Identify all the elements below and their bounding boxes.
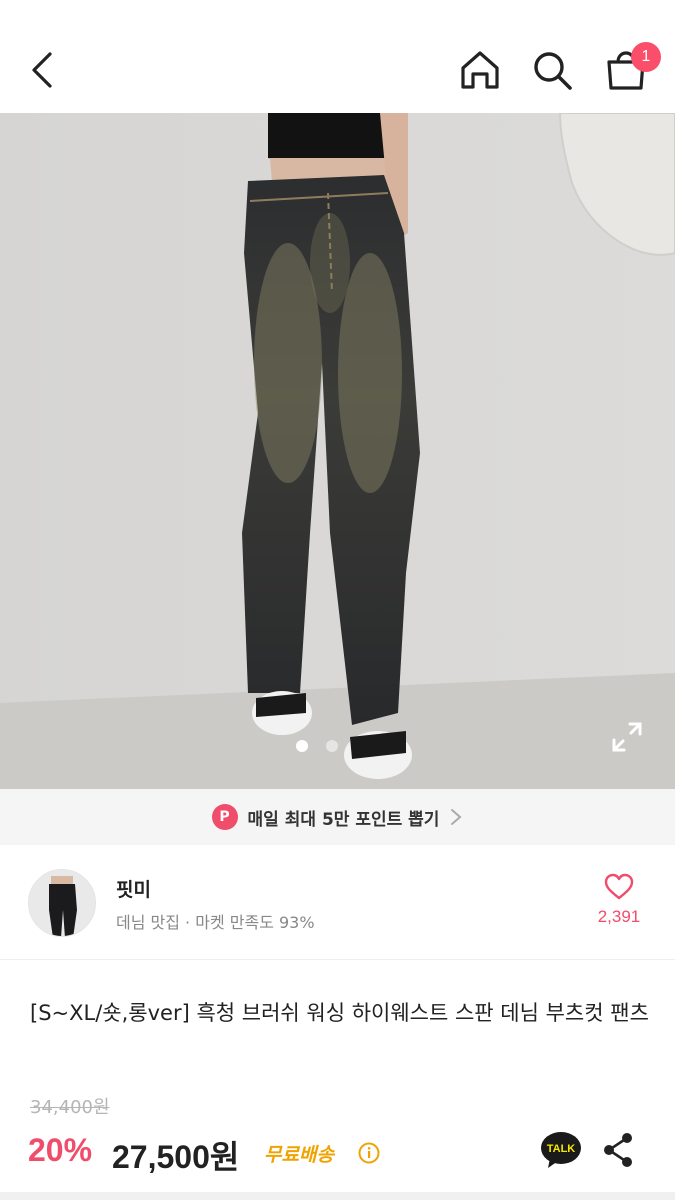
info-icon <box>358 1142 380 1164</box>
discount-rate: 20% <box>28 1132 93 1168</box>
expand-image-button[interactable] <box>608 718 646 756</box>
like-count: 2,391 <box>597 907 641 926</box>
shop-subtitle: 데님 맛집 · 마켓 만족도 93% <box>116 913 315 932</box>
shop-avatar[interactable] <box>28 869 96 937</box>
share-button[interactable] <box>602 1132 634 1168</box>
product-photo <box>0 113 675 789</box>
point-event-banner[interactable]: P 매일 최대 5만 포인트 뽑기 <box>0 789 675 845</box>
kakao-talk-button[interactable]: TALK <box>540 1130 582 1170</box>
talk-label: TALK <box>547 1143 576 1155</box>
heart-icon <box>604 873 634 900</box>
share-icon <box>604 1133 632 1167</box>
top-nav-bar: 1 <box>0 0 675 113</box>
shipping-info-button[interactable] <box>358 1142 380 1164</box>
cart-count-badge: 1 <box>631 42 661 72</box>
back-button[interactable] <box>22 48 66 92</box>
shop-name[interactable]: 핏미 <box>116 875 151 902</box>
expand-icon <box>612 722 642 752</box>
kakao-talk-icon: TALK <box>541 1132 581 1168</box>
carousel-indicator <box>296 740 338 752</box>
search-icon <box>534 52 572 90</box>
original-price: 34,400원 <box>30 1097 110 1118</box>
home-icon <box>461 51 499 89</box>
home-button[interactable] <box>456 46 504 94</box>
shop-info-row[interactable]: 핏미 데님 맛집 · 마켓 만족도 93% 2,391 <box>0 845 675 960</box>
point-badge: P <box>211 804 238 830</box>
sale-price: 27,500원 <box>112 1139 240 1175</box>
shop-avatar-image <box>29 870 95 936</box>
search-button[interactable] <box>528 46 576 94</box>
like-button[interactable] <box>604 873 634 901</box>
carousel-dot-active[interactable] <box>296 740 308 752</box>
chevron-left-icon <box>32 52 52 88</box>
product-title: [S~XL/숏,롱ver] 흑청 브러쉬 워싱 하이웨스트 스판 데님 부츠컷 … <box>30 1001 649 1025</box>
product-image-carousel[interactable] <box>0 113 675 789</box>
divider <box>0 1192 675 1200</box>
point-banner-text: 매일 최대 5만 포인트 뽑기 <box>247 809 440 830</box>
price-row: 20% 27,500원 무료배송 TALK <box>28 1130 648 1176</box>
chevron-right-icon <box>451 809 462 825</box>
carousel-dot[interactable] <box>326 740 338 752</box>
free-shipping-label: 무료배송 <box>264 1144 334 1166</box>
